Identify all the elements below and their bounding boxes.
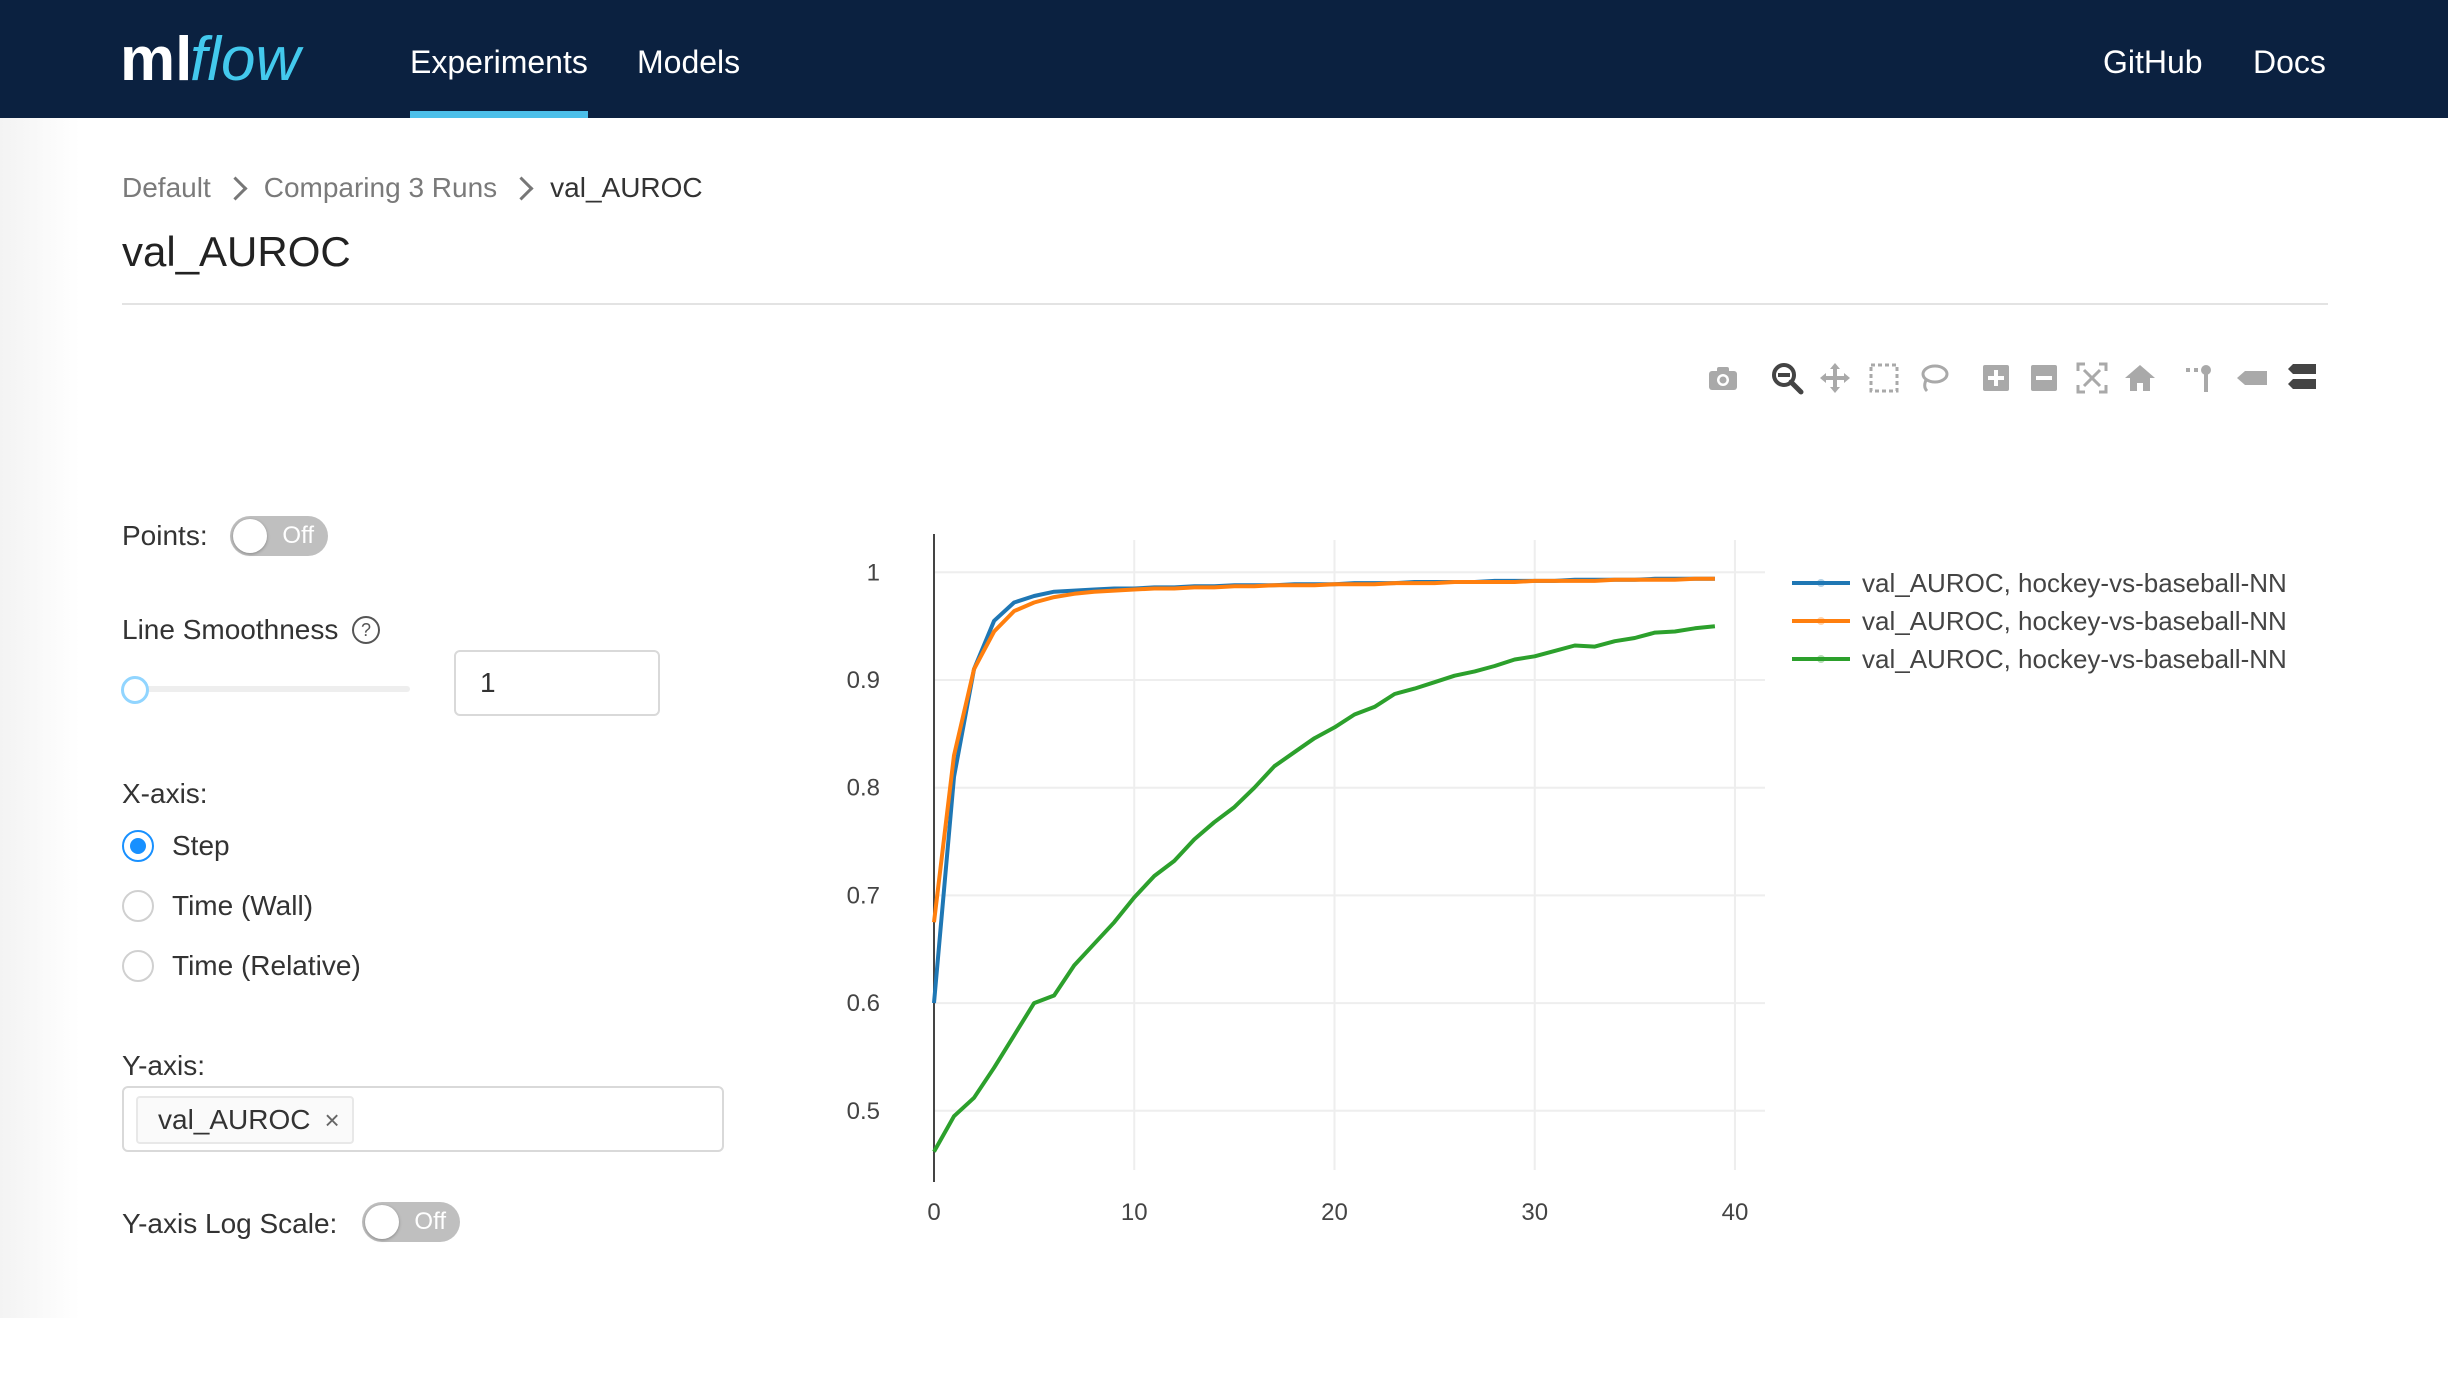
toggle-knob xyxy=(233,519,267,553)
spike-lines-icon[interactable] xyxy=(2182,360,2218,396)
radio-button[interactable] xyxy=(122,890,154,922)
series-line-3[interactable] xyxy=(932,624,1716,1153)
x-tick-label: 0 xyxy=(927,1199,940,1226)
points-toggle[interactable]: Off xyxy=(230,516,328,556)
y-axis-select[interactable]: val_AUROC × xyxy=(122,1086,724,1152)
title-divider xyxy=(122,303,2328,305)
zoom-out-icon[interactable] xyxy=(2026,360,2062,396)
series-line-1[interactable] xyxy=(932,576,1715,1004)
breadcrumb: Default Comparing 3 Runs val_AUROC xyxy=(122,168,703,208)
metric-line-chart[interactable]: 0.50.60.70.80.910 10 20 30 40val_AUROC, hock… xyxy=(0,0,2448,1388)
help-question-icon[interactable]: ? xyxy=(352,616,380,644)
slider-handle[interactable] xyxy=(121,676,149,704)
radio-label-step: Step xyxy=(172,830,230,861)
y-tick-label: 0.6 xyxy=(847,990,880,1017)
zoom-in-icon[interactable] xyxy=(1978,360,2014,396)
page-title: val_AUROC xyxy=(122,228,351,275)
plot-modebar xyxy=(0,360,2448,396)
legend-label-1[interactable]: val_AUROC, hockey-vs-baseball-NN xyxy=(1862,568,2287,598)
breadcrumb-default[interactable]: Default xyxy=(122,172,211,204)
y-log-toggle-text: Off xyxy=(414,1208,446,1235)
y-tick-label: 1 xyxy=(867,559,880,586)
points-toggle-text: Off xyxy=(282,522,314,549)
radio-time-relative[interactable]: Time (Relative) xyxy=(122,946,361,986)
radio-label-time-relative: Time (Relative) xyxy=(172,950,361,981)
nav-models[interactable]: Models xyxy=(637,0,740,118)
close-icon[interactable]: × xyxy=(324,1105,339,1136)
autoscale-icon[interactable] xyxy=(2074,360,2110,396)
line-smoothness-label: Line Smoothness xyxy=(122,614,339,645)
zoom-icon[interactable] xyxy=(1769,360,1805,396)
radio-button[interactable] xyxy=(122,950,154,982)
top-navbar: ml flow Experiments Models GitHub Docs xyxy=(0,0,2448,118)
legend-marker-2 xyxy=(1817,617,1825,625)
svg-text:ml: ml xyxy=(120,25,192,94)
chevron-right-icon xyxy=(223,175,248,201)
chevron-right-icon xyxy=(509,175,534,201)
pan-icon[interactable] xyxy=(1817,360,1853,396)
metric-tag: val_AUROC × xyxy=(136,1096,354,1144)
radio-time-wall[interactable]: Time (Wall) xyxy=(122,886,313,926)
y-tick-label: 0.7 xyxy=(847,882,880,909)
legend-marker-3 xyxy=(1817,655,1825,663)
lasso-select-icon[interactable] xyxy=(1915,360,1951,396)
reset-axes-icon[interactable] xyxy=(2122,360,2158,396)
x-tick-label: 10 xyxy=(1121,1199,1148,1226)
hover-closest-icon[interactable] xyxy=(2234,360,2270,396)
camera-icon[interactable] xyxy=(1705,360,1741,396)
svg-text:flow: flow xyxy=(190,25,304,94)
y-log-scale-label: Y-axis Log Scale: xyxy=(122,1208,338,1239)
y-axis-label: Y-axis: xyxy=(122,1050,206,1081)
y-tick-label: 0.8 xyxy=(847,775,880,802)
mlflow-logo[interactable]: ml flow xyxy=(120,14,334,104)
radio-button-checked[interactable] xyxy=(122,830,154,862)
breadcrumb-current: val_AUROC xyxy=(550,172,703,203)
toggle-knob xyxy=(365,1205,399,1239)
line-smoothness-input[interactable]: 1 xyxy=(454,650,660,716)
y-tick-label: 0.9 xyxy=(847,667,880,694)
x-axis-label: X-axis: xyxy=(122,778,208,809)
hover-compare-icon[interactable] xyxy=(2283,360,2319,396)
metric-tag-label: val_AUROC xyxy=(158,1104,311,1135)
y-tick-label: 0.5 xyxy=(847,1098,880,1125)
legend-label-2[interactable]: val_AUROC, hockey-vs-baseball-NN xyxy=(1862,606,2287,636)
radio-label-time-wall: Time (Wall) xyxy=(172,890,314,921)
chart-container: 0.5 0.6 0.7 0.8 0.9 1 0 10 20 30 40 val_AUROC, hock… xyxy=(0,0,2448,1388)
legend-label-3[interactable]: val_AUROC, hockey-vs-baseball-NN xyxy=(1862,644,2287,674)
legend-marker-1 xyxy=(1817,579,1825,587)
x-tick-label: 40 xyxy=(1722,1199,1749,1226)
radio-step[interactable]: Step xyxy=(122,826,230,866)
box-select-icon[interactable] xyxy=(1866,360,1902,396)
x-tick-label: 30 xyxy=(1521,1199,1548,1226)
nav-experiments[interactable]: Experiments xyxy=(410,0,588,118)
line-smoothness-slider[interactable] xyxy=(134,686,410,692)
points-label: Points: xyxy=(122,520,208,551)
x-tick-label: 20 xyxy=(1321,1199,1348,1226)
left-shadow xyxy=(0,118,80,1318)
breadcrumb-comparing-runs[interactable]: Comparing 3 Runs xyxy=(264,172,497,204)
series-line-2[interactable] xyxy=(932,576,1715,923)
nav-docs-link[interactable]: Docs xyxy=(2253,0,2326,118)
y-log-scale-toggle[interactable]: Off xyxy=(362,1202,460,1242)
nav-github-link[interactable]: GitHub xyxy=(2103,0,2203,118)
